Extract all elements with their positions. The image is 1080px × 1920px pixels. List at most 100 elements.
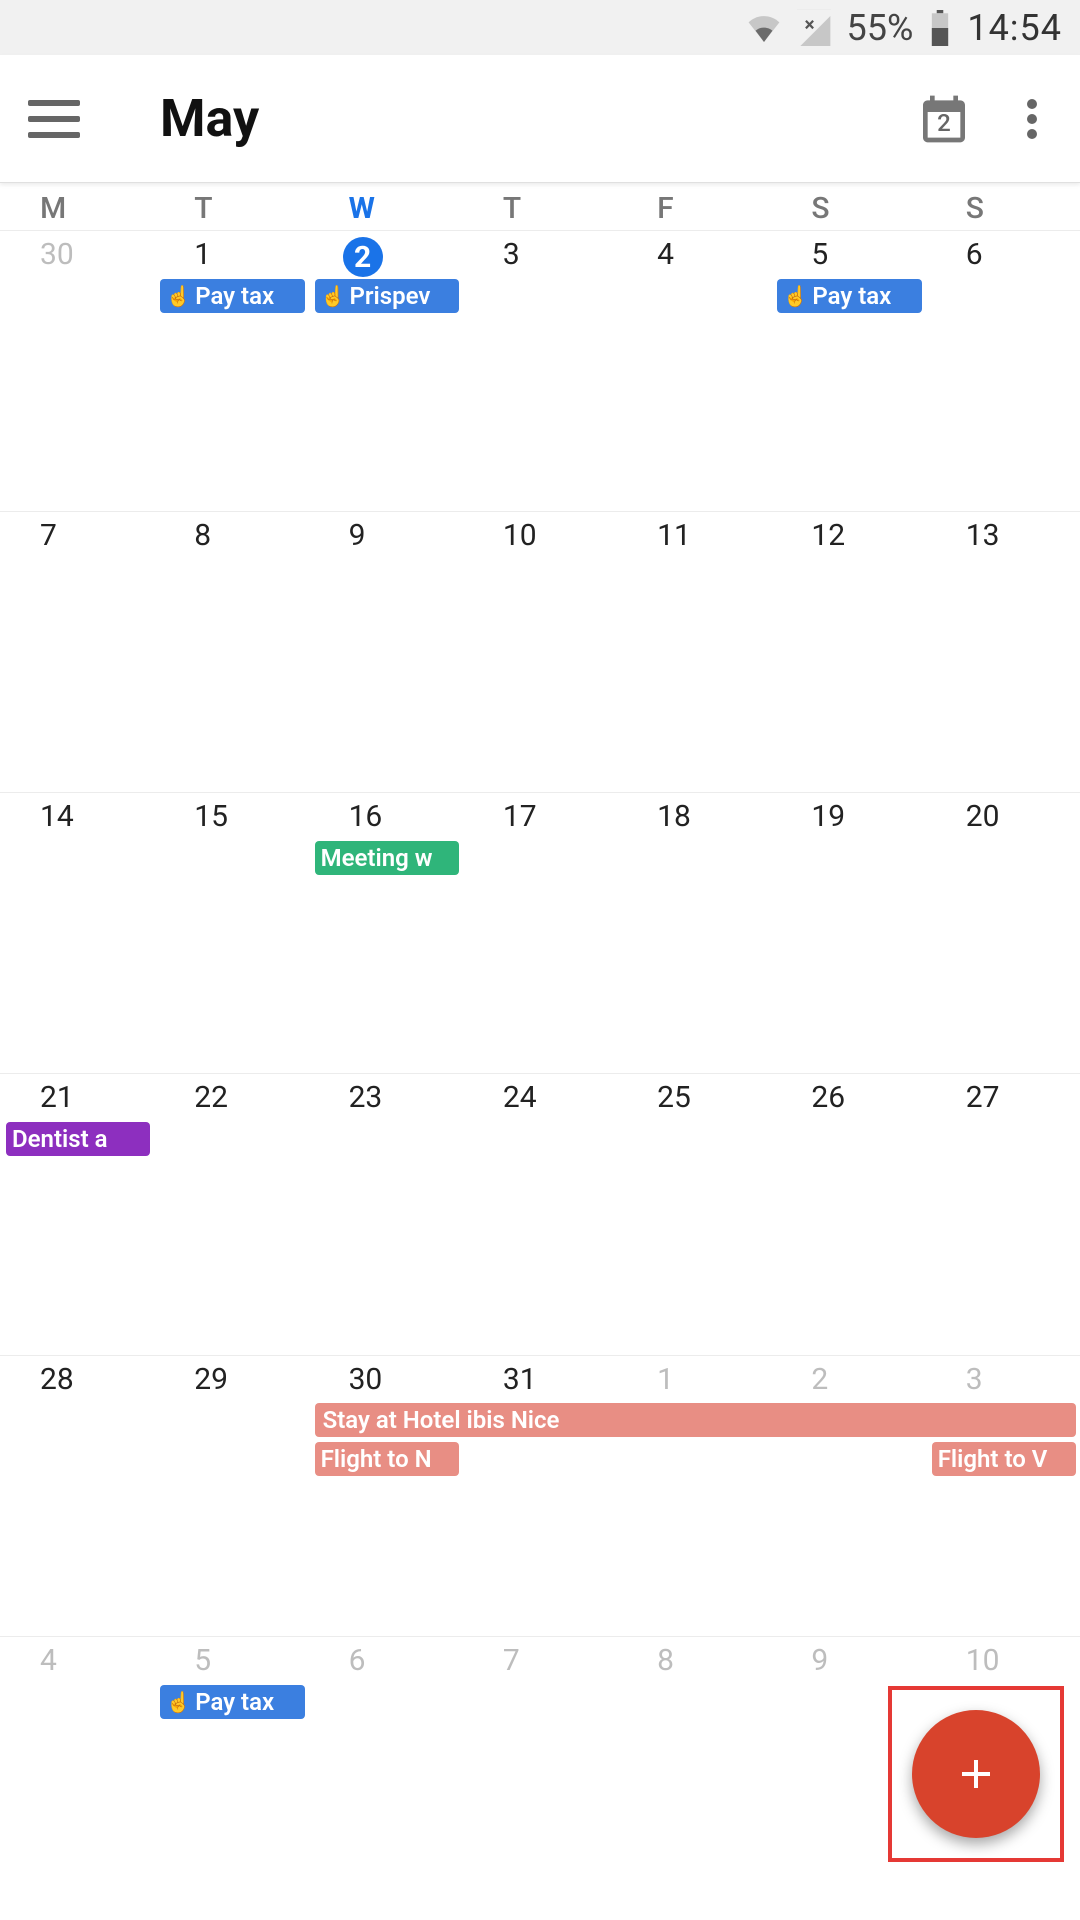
calendar-cell[interactable]: 12: [771, 511, 925, 792]
calendar-cell[interactable]: 2☝Prispev: [309, 230, 463, 511]
calendar-cell[interactable]: 7: [0, 511, 154, 792]
event-chip-multi[interactable]: Stay at Hotel ibis Nice: [315, 1403, 1076, 1437]
date-number: 16: [309, 799, 463, 834]
calendar-cell[interactable]: 27: [926, 1073, 1080, 1354]
fab-highlight-frame: [888, 1686, 1064, 1862]
date-number: 21: [0, 1080, 154, 1115]
menu-icon[interactable]: [28, 100, 80, 138]
date-number: 19: [771, 799, 925, 834]
weekday-header: MTWTFSS: [0, 183, 1080, 230]
calendar-cell[interactable]: 9: [309, 511, 463, 792]
calendar-cell[interactable]: 13: [926, 511, 1080, 792]
event-chip[interactable]: ☝Pay tax: [160, 279, 304, 313]
calendar-cell[interactable]: 1: [617, 1355, 771, 1636]
calendar-cell[interactable]: 5 ☝Pay tax: [771, 230, 925, 511]
calendar-cell[interactable]: 31: [463, 1355, 617, 1636]
page-title[interactable]: May: [160, 88, 259, 149]
add-event-button[interactable]: [912, 1710, 1040, 1838]
event-label: Pay tax: [195, 279, 274, 313]
date-number: 3: [926, 1362, 1080, 1397]
event-chip[interactable]: Dentist a: [6, 1122, 150, 1156]
status-bar: × 55% 14:54: [0, 0, 1080, 55]
calendar-cell[interactable]: 16 Meeting w: [309, 792, 463, 1073]
calendar-cell[interactable]: 7: [463, 1636, 617, 1917]
calendar-cell[interactable]: 6: [309, 1636, 463, 1917]
calendar-cell[interactable]: 6: [926, 230, 1080, 511]
calendar-cell[interactable]: 2: [771, 1355, 925, 1636]
weekday-label: T: [463, 191, 617, 226]
date-number: 7: [463, 1643, 617, 1678]
event-chip[interactable]: ☝Prispev: [315, 279, 459, 313]
date-number: 31: [463, 1362, 617, 1397]
reminder-icon: ☝: [321, 286, 346, 306]
date-number: 4: [0, 1643, 154, 1678]
date-number: 25: [617, 1080, 771, 1115]
date-number: 24: [463, 1080, 617, 1115]
calendar-cell[interactable]: 8: [617, 1636, 771, 1917]
calendar-cell[interactable]: 10: [463, 511, 617, 792]
date-number: 29: [154, 1362, 308, 1397]
calendar-cell[interactable]: 3 Flight to V: [926, 1355, 1080, 1636]
battery-icon: [929, 10, 951, 46]
calendar-cell[interactable]: 23: [309, 1073, 463, 1354]
calendar-cell[interactable]: 15: [154, 792, 308, 1073]
date-number: 20: [926, 799, 1080, 834]
event-chip[interactable]: ☝Pay tax: [160, 1685, 304, 1719]
date-number: 22: [154, 1080, 308, 1115]
event-chip[interactable]: ☝Pay tax: [777, 279, 921, 313]
calendar-cell[interactable]: 4: [617, 230, 771, 511]
calendar-cell[interactable]: 4: [0, 1636, 154, 1917]
calendar-grid: 301☝Pay tax2☝Prispev345☝Pay tax678910111…: [0, 230, 1080, 1917]
event-chip[interactable]: Flight to V: [932, 1442, 1076, 1476]
date-number: 2: [343, 237, 383, 277]
event-label: Pay tax: [812, 279, 891, 313]
date-number: 10: [463, 518, 617, 553]
calendar-cell[interactable]: 29: [154, 1355, 308, 1636]
event-label: Flight to N: [321, 1442, 432, 1476]
date-number: 8: [154, 518, 308, 553]
calendar-cell[interactable]: 1 ☝Pay tax: [154, 230, 308, 511]
calendar-cell[interactable]: 18: [617, 792, 771, 1073]
calendar-cell[interactable]: 22: [154, 1073, 308, 1354]
calendar-cell[interactable]: 26: [771, 1073, 925, 1354]
calendar-cell[interactable]: 25: [617, 1073, 771, 1354]
calendar-cell[interactable]: 11: [617, 511, 771, 792]
event-label: Prispev: [349, 279, 430, 313]
event-label: Flight to V: [938, 1442, 1048, 1476]
calendar-cell[interactable]: 3: [463, 230, 617, 511]
event-chip[interactable]: Flight to N: [315, 1442, 459, 1476]
date-number: 18: [617, 799, 771, 834]
weekday-label: F: [617, 191, 771, 226]
date-number: 6: [309, 1643, 463, 1678]
weekday-label: S: [771, 191, 925, 226]
calendar-cell[interactable]: 21 Dentist a: [0, 1073, 154, 1354]
calendar-cell[interactable]: 19: [771, 792, 925, 1073]
date-number: 1: [154, 237, 308, 272]
calendar-cell[interactable]: 20: [926, 792, 1080, 1073]
event-chip[interactable]: Meeting w: [315, 841, 459, 875]
date-number: 9: [309, 518, 463, 553]
event-label: Pay tax: [195, 1685, 274, 1719]
calendar-cell[interactable]: 8: [154, 511, 308, 792]
calendar-cell[interactable]: 14: [0, 792, 154, 1073]
date-number: 11: [617, 518, 771, 553]
date-number: 6: [926, 237, 1080, 272]
date-number: 14: [0, 799, 154, 834]
overflow-menu-icon[interactable]: [1012, 95, 1052, 143]
battery-percent: 55%: [847, 7, 914, 49]
clock: 14:54: [967, 7, 1062, 49]
calendar-cell[interactable]: 17: [463, 792, 617, 1073]
calendar-cell[interactable]: 30: [0, 230, 154, 511]
today-button[interactable]: 2: [916, 91, 972, 147]
calendar-cell[interactable]: 28: [0, 1355, 154, 1636]
date-number: 5: [771, 237, 925, 272]
calendar-cell[interactable]: 5☝Pay tax: [154, 1636, 308, 1917]
today-date-number: 2: [916, 109, 972, 137]
event-label: Dentist a: [12, 1122, 108, 1156]
weekday-label: W: [309, 191, 463, 226]
reminder-icon: ☝: [166, 286, 191, 306]
date-number: 3: [463, 237, 617, 272]
calendar-cell[interactable]: 24: [463, 1073, 617, 1354]
reminder-icon: ☝: [166, 1692, 191, 1712]
calendar-cell[interactable]: 30Flight to N: [309, 1355, 463, 1636]
